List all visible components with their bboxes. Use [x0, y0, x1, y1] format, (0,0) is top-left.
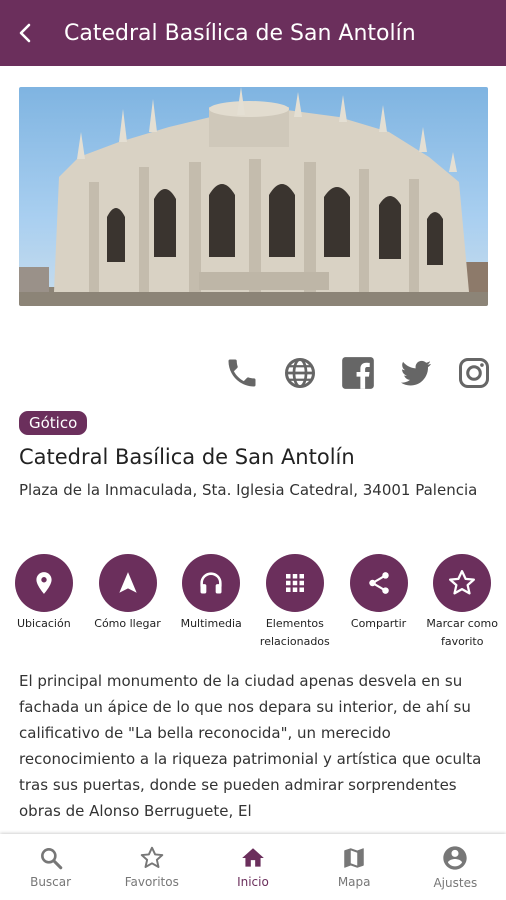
related-elements-label: Elementos relacionados — [259, 617, 330, 648]
multimedia-button[interactable]: Multimedia — [169, 554, 253, 651]
star-icon — [140, 846, 164, 868]
back-arrow-icon — [19, 23, 31, 43]
favorite-label: Marcar como favorito — [426, 617, 498, 648]
place-address: Plaza de la Inmaculada, Sta. Iglesia Cat… — [19, 481, 478, 499]
headphones-icon — [200, 572, 222, 594]
nav-map[interactable]: Mapa — [304, 845, 405, 889]
home-icon — [242, 848, 264, 867]
twitter-icon[interactable] — [396, 353, 436, 393]
phone-icon[interactable] — [222, 353, 262, 393]
search-icon — [40, 848, 62, 870]
back-button[interactable] — [0, 0, 52, 66]
directions-button[interactable]: Cómo llegar — [86, 554, 170, 651]
related-elements-button[interactable]: Elementos relacionados — [253, 554, 337, 651]
favorite-button[interactable]: Marcar como favorito — [420, 554, 504, 651]
place-description: El principal monumento de la ciudad apen… — [19, 672, 482, 820]
location-label: Ubicación — [16, 617, 71, 630]
facebook-icon[interactable] — [338, 353, 378, 393]
nav-favorites-label: Favoritos — [124, 875, 179, 889]
app-bar: Catedral Basílica de San Antolín — [0, 0, 506, 66]
map-icon — [344, 848, 364, 868]
place-title: Catedral Basílica de San Antolín — [19, 445, 355, 469]
contact-icons — [222, 353, 494, 393]
style-tag: Gótico — [19, 411, 88, 435]
nav-map-label: Mapa — [337, 875, 371, 889]
nav-search-label: Buscar — [30, 875, 72, 889]
bottom-navigation: Buscar Favoritos Inicio Mapa Ajustes — [0, 834, 506, 900]
app-bar-title: Catedral Basílica de San Antolín — [64, 20, 416, 46]
nav-settings[interactable]: Ajustes — [405, 844, 506, 890]
star-outline-icon — [449, 570, 476, 595]
globe-icon[interactable] — [280, 353, 320, 393]
share-button[interactable]: Compartir — [337, 554, 421, 651]
navigation-arrow-icon — [118, 572, 137, 593]
share-label: Compartir — [350, 617, 407, 630]
account-icon — [443, 846, 468, 870]
share-icon — [368, 572, 389, 594]
directions-label: Cómo llegar — [94, 617, 161, 630]
location-button[interactable]: Ubicación — [2, 554, 86, 651]
multimedia-label: Multimedia — [180, 617, 242, 630]
grid-icon — [285, 574, 304, 592]
nav-home-label: Inicio — [237, 875, 269, 889]
action-buttons: Ubicación Cómo llegar Multimedia Element… — [0, 554, 506, 651]
location-pin-icon — [36, 572, 52, 594]
instagram-icon[interactable] — [454, 353, 494, 393]
nav-home[interactable]: Inicio — [202, 845, 303, 889]
cathedral-photo — [19, 87, 488, 306]
nav-favorites[interactable]: Favoritos — [101, 845, 202, 889]
description-fade — [0, 820, 506, 834]
nav-settings-label: Ajustes — [433, 876, 478, 890]
nav-search[interactable]: Buscar — [0, 845, 101, 889]
